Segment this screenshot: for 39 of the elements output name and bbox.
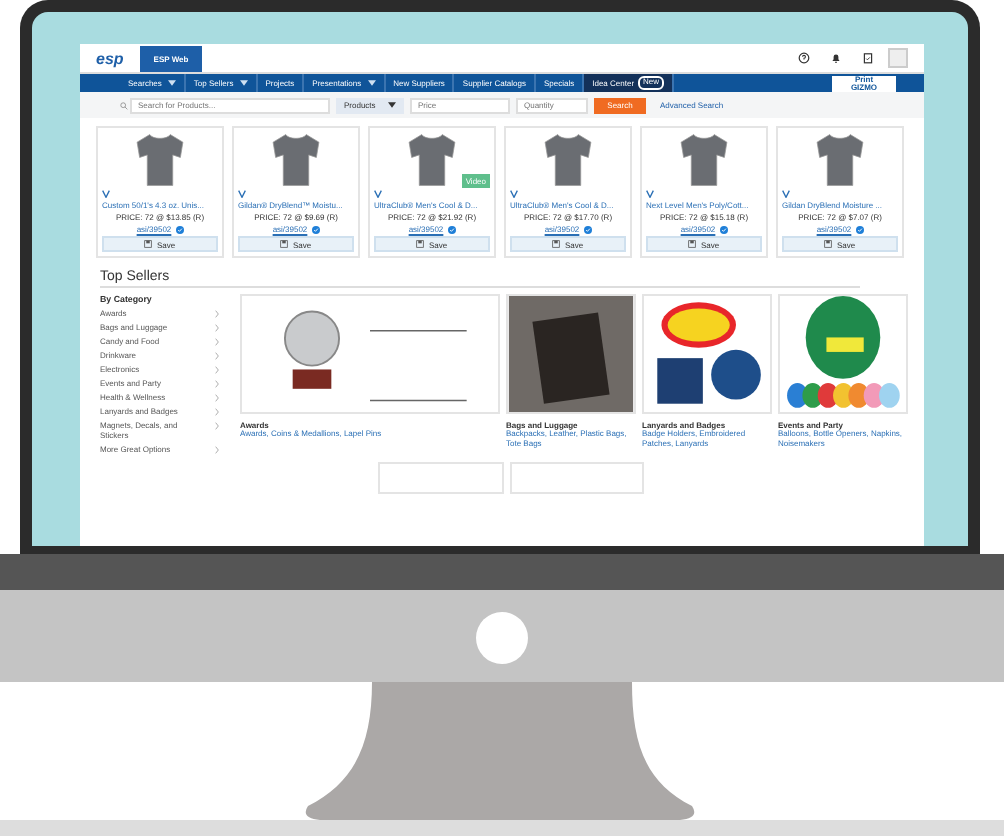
verified-icon [175, 225, 184, 233]
save-icon [144, 240, 153, 248]
category-photo[interactable] [240, 294, 500, 414]
v-icon [782, 190, 790, 198]
v-icon [102, 190, 110, 198]
card-background [510, 462, 644, 495]
clipboard-icon[interactable] [862, 52, 874, 64]
shirt-photo [678, 132, 730, 188]
help-icon[interactable] [798, 52, 810, 64]
logo[interactable]: esp [96, 49, 124, 67]
chevron-icon [214, 446, 220, 454]
save-icon [416, 240, 425, 248]
save-icon [688, 240, 697, 248]
category-photo[interactable] [506, 294, 636, 414]
verified-icon [583, 225, 592, 233]
verified-icon [855, 225, 864, 233]
v-icon [510, 190, 518, 198]
caret-icon [388, 102, 396, 108]
category-photo[interactable] [642, 294, 772, 414]
verified-icon [719, 225, 728, 233]
shirt-photo [814, 132, 866, 188]
v-icon [374, 190, 382, 198]
shirt-photo [134, 132, 186, 188]
card-background [378, 462, 504, 495]
shirt-photo [542, 132, 594, 188]
v-icon [238, 190, 246, 198]
caret-icon [239, 80, 248, 86]
shirt-photo [270, 132, 322, 188]
save-icon [552, 240, 561, 248]
search-icon [120, 101, 128, 109]
caret-icon [167, 80, 176, 86]
save-icon [824, 240, 833, 248]
caret-icon [367, 80, 376, 86]
v-icon [646, 190, 654, 198]
verified-icon [311, 225, 320, 233]
shirt-photo [406, 132, 458, 188]
verified-icon [447, 225, 456, 233]
bell-icon[interactable] [830, 52, 842, 64]
save-icon [280, 240, 289, 248]
